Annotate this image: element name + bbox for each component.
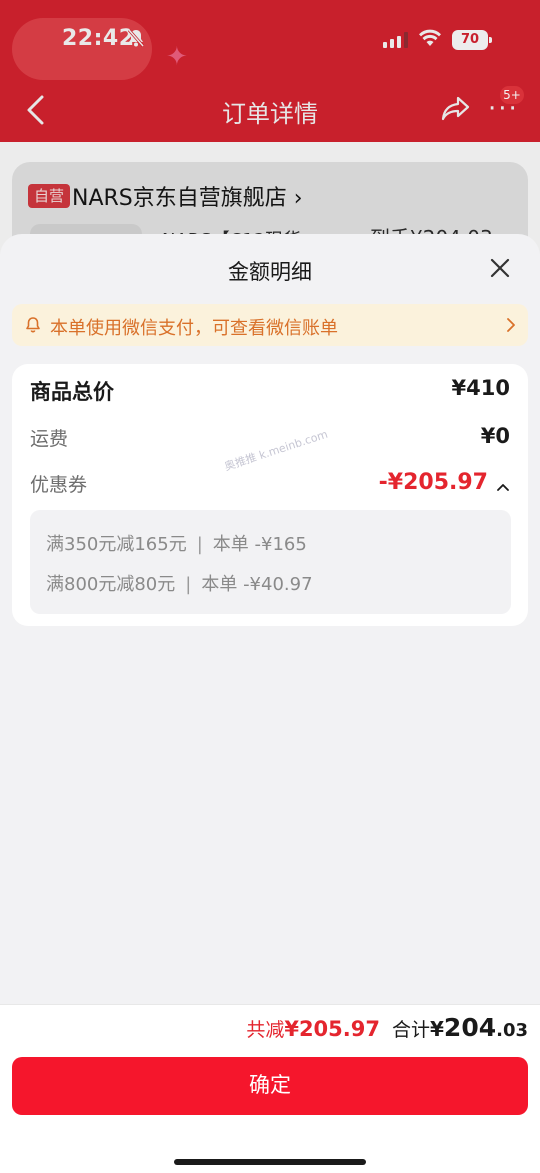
chevron-right-icon [506, 317, 516, 337]
mute-bell-icon [126, 28, 146, 52]
home-indicator[interactable] [174, 1159, 366, 1165]
status-time: 22:42 [62, 26, 135, 51]
coupon-amount: 本单 -¥40.97 [201, 574, 313, 595]
coupon-breakdown: 满350元减165元 | 本单 -¥165 满800元减80元 | 本单 -¥40.97 [30, 510, 511, 614]
close-icon[interactable] [486, 254, 514, 282]
shipping-value: ¥0 [480, 424, 510, 448]
store-name-label: NARS京东自营旗舰店 [72, 186, 287, 211]
coupon-amount: 本单 -¥165 [212, 534, 307, 555]
coupon-rule: 满800元减80元 [46, 574, 176, 595]
coupon-rule: 满350元减165元 [46, 534, 187, 555]
grand-total-integer: 204 [443, 1013, 497, 1042]
coupon-item: 满800元减80元 | 本单 -¥40.97 [46, 570, 313, 596]
checkout-footer: 共减¥205.97 合计¥204.03 确定 [0, 1004, 540, 1173]
chevron-up-icon[interactable] [496, 477, 510, 496]
store-name-link[interactable]: NARS京东自营旗舰店 › [72, 180, 303, 212]
sheet-title: 金额明细 [228, 260, 312, 284]
grand-total-decimal: .03 [496, 1020, 528, 1041]
notice-text: 本单使用微信支付，可查看微信账单 [50, 318, 338, 339]
grand-total-label: 合计 [391, 1019, 430, 1041]
currency-symbol: ¥ [430, 1017, 444, 1041]
notification-badge: 5+ [500, 86, 524, 104]
total-reduction-amount: ¥205.97 [284, 1017, 380, 1041]
goods-total-value: ¥410 [451, 376, 510, 400]
amount-detail-card: 商品总价 ¥410 运费 ¥0 优惠券 -¥205.97 满350元减165元 |… [12, 364, 528, 626]
goods-total-row: 商品总价 ¥410 [30, 376, 510, 406]
share-icon[interactable] [440, 95, 470, 127]
wifi-icon [418, 28, 442, 52]
battery-indicator: 70 [452, 30, 492, 50]
cellular-signal-icon [383, 32, 409, 52]
coupon-value: -¥205.97 [378, 470, 488, 495]
divider: | [185, 574, 192, 595]
coupon-item: 满350元减165元 | 本单 -¥165 [46, 530, 307, 556]
coupon-label: 优惠券 [30, 474, 88, 496]
divider: | [196, 534, 203, 555]
self-operated-tag: 自营 [28, 184, 71, 208]
price-summary: 共减¥205.97 合计¥204.03 [246, 1013, 528, 1042]
wechat-pay-notice[interactable]: 本单使用微信支付，可查看微信账单 [12, 304, 528, 346]
coupon-row[interactable]: 优惠券 -¥205.97 [30, 470, 510, 500]
status-bar: 22:42 70 [0, 0, 540, 80]
total-reduction-label: 共减 [246, 1019, 285, 1041]
confirm-button[interactable]: 确定 [12, 1057, 528, 1115]
goods-total-label: 商品总价 [30, 380, 114, 404]
shipping-label: 运费 [30, 428, 69, 450]
bell-icon [24, 316, 42, 338]
